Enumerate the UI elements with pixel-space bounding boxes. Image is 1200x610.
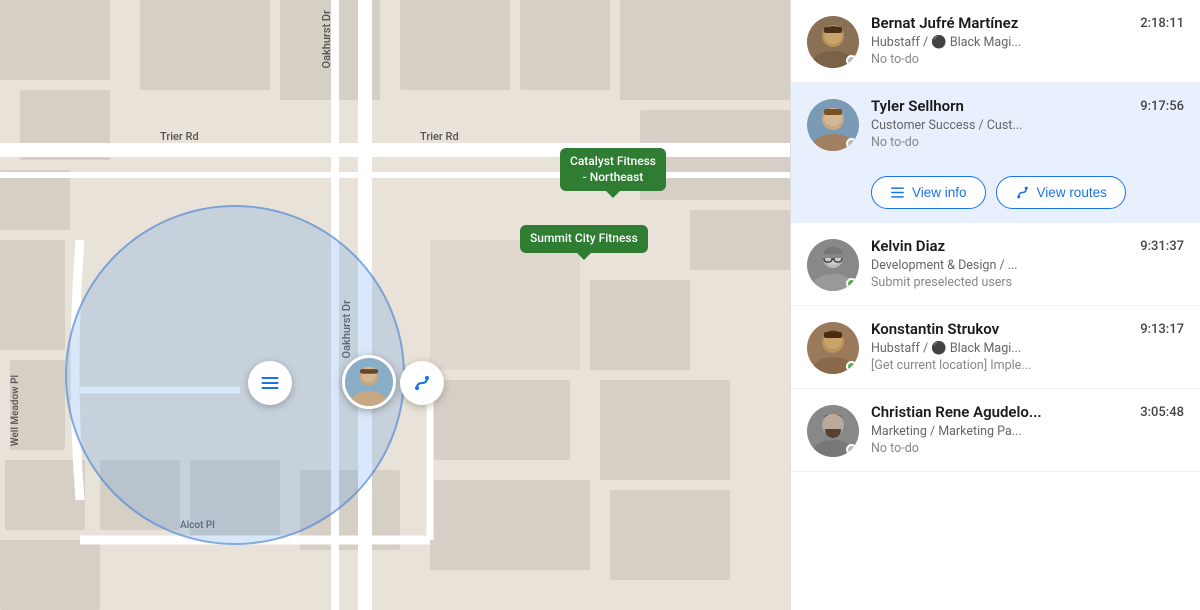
map-container: Oakhurst Dr Oakhurst Dr Trier Rd Trier R… [0,0,790,610]
avatar-tyler [807,99,859,151]
person-time-tyler: 9:17:56 [1140,99,1184,114]
list-icon [890,185,905,200]
view-info-button[interactable]: View info [871,176,986,209]
person-todo-kelvin: Submit preselected users [871,275,1132,290]
person-todo-konstantin: [Get current location] Imple... [871,358,1132,373]
person-row-bernat[interactable]: Bernat Jufré Martínez Hubstaff / ⚫ Black… [791,0,1200,83]
avatar-konstantin [807,322,859,374]
person-todo-tyler: No to-do [871,135,1132,150]
summit-city-fitness-marker: Summit City Fitness [520,225,648,253]
person-time-konstantin: 9:13:17 [1140,322,1184,337]
person-name-tyler: Tyler Sellhorn [871,97,1132,115]
avatar-kelvin [807,239,859,291]
person-info-konstantin: Konstantin Strukov Hubstaff / ⚫ Black Ma… [871,320,1132,373]
avatar-bernat [807,16,859,68]
status-dot-tyler [846,138,857,149]
road-label-oakhurst-top: Oakhurst Dr [320,10,333,69]
person-row-kelvin[interactable]: Kelvin Diaz Development & Design / ... S… [791,223,1200,306]
person-info-tyler: Tyler Sellhorn Customer Success / Cust..… [871,97,1132,150]
map-view-info-button[interactable] [248,361,292,405]
person-detail-konstantin: Hubstaff / ⚫ Black Magi... [871,341,1091,356]
action-buttons-tyler: View info View routes [791,166,1200,223]
status-dot-christian [846,444,857,455]
person-row-konstantin[interactable]: Konstantin Strukov Hubstaff / ⚫ Black Ma… [791,306,1200,389]
view-routes-button[interactable]: View routes [996,176,1126,209]
status-dot-kelvin [846,278,857,289]
status-dot-bernat [846,55,857,66]
person-info-christian: Christian Rene Agudelo... Marketing / Ma… [871,403,1132,456]
avatar-christian [807,405,859,457]
person-todo-bernat: No to-do [871,52,1132,67]
person-time-christian: 3:05:48 [1140,405,1184,420]
person-detail-christian: Marketing / Marketing Pa... [871,424,1091,439]
person-detail-kelvin: Development & Design / ... [871,258,1091,273]
status-dot-konstantin [846,361,857,372]
person-info-bernat: Bernat Jufré Martínez Hubstaff / ⚫ Black… [871,14,1132,67]
routes-icon [1015,185,1030,200]
person-name-christian: Christian Rene Agudelo... [871,403,1132,421]
person-time-bernat: 2:18:11 [1140,16,1184,31]
catalyst-fitness-marker: Catalyst Fitness - Northeast [560,148,666,191]
person-name-kelvin: Kelvin Diaz [871,237,1132,255]
map-user-avatar [342,355,396,409]
map-view-routes-button[interactable] [400,361,444,405]
person-time-kelvin: 9:31:37 [1140,239,1184,254]
person-info-kelvin: Kelvin Diaz Development & Design / ... S… [871,237,1132,290]
road-label-wellmeadow: Well Meadow Pl [10,375,21,446]
person-detail-tyler: Customer Success / Cust... [871,118,1091,133]
person-name-konstantin: Konstantin Strukov [871,320,1132,338]
person-name-bernat: Bernat Jufré Martínez [871,14,1132,32]
road-label-trier-right: Trier Rd [420,130,459,143]
person-row-christian[interactable]: Christian Rene Agudelo... Marketing / Ma… [791,389,1200,472]
person-row-tyler[interactable]: Tyler Sellhorn Customer Success / Cust..… [791,83,1200,166]
person-todo-christian: No to-do [871,441,1132,456]
road-label-trier-left: Trier Rd [160,130,199,143]
person-detail-bernat: Hubstaff / ⚫ Black Magi... [871,35,1091,50]
sidebar: Bernat Jufré Martínez Hubstaff / ⚫ Black… [790,0,1200,610]
